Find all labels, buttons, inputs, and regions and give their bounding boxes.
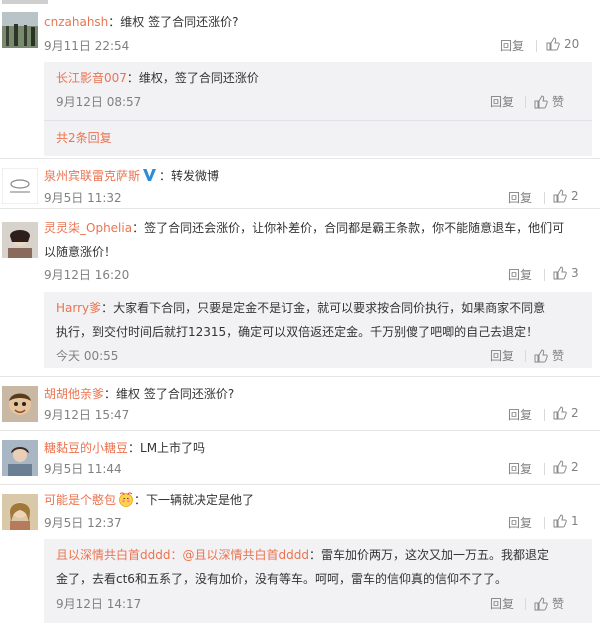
like-button[interactable]: 3 bbox=[553, 266, 579, 280]
timestamp: 9月5日 11:44 bbox=[44, 462, 122, 476]
verified-badge-icon bbox=[143, 169, 157, 181]
comment-item: 糖黏豆的小糖豆：LM上市了吗 9月5日 11:44 回复 2 bbox=[0, 430, 600, 484]
divider bbox=[525, 96, 526, 108]
thumbs-up-icon bbox=[553, 266, 567, 280]
timestamp: 9月5日 12:37 bbox=[44, 516, 122, 530]
comment-item: 泉州宾联雷克萨斯 ：转发微博 9月5日 11:32 回复 2 bbox=[0, 158, 600, 208]
comment-item: 可能是个憨包 ：下一辆就决定是他了 9月5日 12:37 回复 1 且以深情共白首… bbox=[0, 484, 600, 623]
comment-text: 糖黏豆的小糖豆：LM上市了吗 bbox=[44, 441, 206, 455]
like-button[interactable]: 2 bbox=[553, 189, 579, 203]
reply-text: 长江影音007：维权，签了合同还涨价 bbox=[56, 71, 259, 85]
timestamp: 9月12日 16:20 bbox=[44, 268, 130, 282]
like-button[interactable]: 赞 bbox=[534, 347, 564, 364]
reply-button[interactable]: 回复 bbox=[490, 348, 514, 364]
reply-text: Harry爹：大家看下合同，只要是定金不是订金，就可以要求按合同价执行，如果商家… bbox=[56, 301, 546, 339]
reply-text: 且以深情共白首dddd：@且以深情共白首dddd：雷车加价两万，这次又加一万五。… bbox=[56, 548, 549, 586]
thumbs-up-icon bbox=[546, 37, 560, 51]
username[interactable]: 灵灵柒_Ophelia bbox=[44, 221, 132, 235]
like-count: 2 bbox=[571, 460, 579, 474]
username[interactable]: 糖黏豆的小糖豆 bbox=[44, 441, 128, 455]
thumbs-up-icon bbox=[534, 348, 548, 362]
reply-box: 长江影音007：维权，签了合同还涨价 9月12日 08:57 回复 赞 共2条回… bbox=[44, 62, 592, 156]
timestamp: 9月12日 08:57 bbox=[56, 95, 142, 109]
thumbs-up-icon bbox=[553, 189, 567, 203]
comment-text: 泉州宾联雷克萨斯 ：转发微博 bbox=[44, 169, 220, 183]
more-replies-link[interactable]: 共2条回复 bbox=[56, 128, 112, 148]
reply-button[interactable]: 回复 bbox=[490, 596, 514, 612]
reply-button[interactable]: 回复 bbox=[508, 461, 532, 477]
comment-item: cnzahahsh：维权 签了合同还涨价? 9月11日 22:54 回复 20 … bbox=[0, 8, 600, 158]
username[interactable]: Harry爹 bbox=[56, 301, 101, 315]
thumbs-up-icon bbox=[553, 460, 567, 474]
comment-text: 胡胡他亲爹：维权 签了合同还涨价? bbox=[44, 387, 235, 401]
like-label: 赞 bbox=[552, 597, 565, 611]
divider bbox=[525, 350, 526, 362]
reply-button[interactable]: 回复 bbox=[508, 407, 532, 423]
avatar[interactable] bbox=[2, 494, 38, 530]
timestamp: 9月12日 15:47 bbox=[44, 408, 130, 422]
comment-text: cnzahahsh：维权 签了合同还涨价? bbox=[44, 15, 239, 29]
like-label: 赞 bbox=[552, 349, 565, 363]
reply-box: 且以深情共白首dddd：@且以深情共白首dddd：雷车加价两万，这次又加一万五。… bbox=[44, 539, 592, 623]
divider bbox=[544, 269, 545, 281]
like-count: 20 bbox=[564, 37, 580, 51]
like-button[interactable]: 20 bbox=[546, 37, 579, 51]
thumbs-up-icon bbox=[553, 406, 567, 420]
reply-button[interactable]: 回复 bbox=[500, 38, 524, 54]
timestamp: 今天 00:55 bbox=[56, 349, 119, 363]
timestamp: 9月11日 22:54 bbox=[44, 39, 130, 53]
divider bbox=[544, 409, 545, 421]
timestamp: 9月12日 14:17 bbox=[56, 597, 142, 611]
reply-button[interactable]: 回复 bbox=[508, 190, 532, 206]
avatar[interactable] bbox=[2, 12, 38, 48]
thumbs-up-icon bbox=[534, 596, 548, 610]
avatar[interactable] bbox=[2, 440, 38, 476]
username[interactable]: 长江影音007 bbox=[56, 71, 127, 85]
shy-face-icon bbox=[119, 492, 133, 507]
previous-comment-cutoff bbox=[0, 0, 600, 8]
comment-text: 灵灵柒_Ophelia：签了合同还会涨价，让你补差价，合同都是霸王条款，你不能随… bbox=[44, 221, 565, 259]
like-button[interactable]: 赞 bbox=[534, 93, 564, 110]
avatar[interactable] bbox=[2, 168, 38, 204]
like-button[interactable]: 1 bbox=[553, 514, 579, 528]
divider bbox=[525, 598, 526, 610]
username[interactable]: 胡胡他亲爹 bbox=[44, 387, 104, 401]
mention-link[interactable]: ：@且以深情共白首dddd bbox=[170, 548, 308, 562]
like-button[interactable]: 赞 bbox=[534, 595, 564, 612]
timestamp: 9月5日 11:32 bbox=[44, 191, 122, 205]
like-button[interactable]: 2 bbox=[553, 406, 579, 420]
like-button[interactable]: 2 bbox=[553, 460, 579, 474]
username[interactable]: 可能是个憨包 bbox=[44, 493, 116, 507]
reply-button[interactable]: 回复 bbox=[490, 94, 514, 110]
avatar[interactable] bbox=[2, 222, 38, 258]
like-count: 2 bbox=[571, 189, 579, 203]
reply-button[interactable]: 回复 bbox=[508, 267, 532, 283]
reply-button[interactable]: 回复 bbox=[508, 515, 532, 531]
divider bbox=[544, 463, 545, 475]
username[interactable]: 泉州宾联雷克萨斯 bbox=[44, 169, 140, 183]
thumbs-up-icon bbox=[553, 514, 567, 528]
divider bbox=[544, 517, 545, 529]
comment-item: 胡胡他亲爹：维权 签了合同还涨价? 9月12日 15:47 回复 2 bbox=[0, 376, 600, 430]
like-count: 3 bbox=[571, 266, 579, 280]
thumbs-up-icon bbox=[534, 94, 548, 108]
divider bbox=[44, 120, 592, 121]
username[interactable]: 且以深情共白首dddd bbox=[56, 548, 170, 562]
divider bbox=[536, 40, 537, 52]
like-label: 赞 bbox=[552, 95, 565, 109]
username[interactable]: cnzahahsh bbox=[44, 15, 108, 29]
like-count: 2 bbox=[571, 406, 579, 420]
comment-text: 可能是个憨包 ：下一辆就决定是他了 bbox=[44, 492, 255, 507]
comment-item: 灵灵柒_Ophelia：签了合同还会涨价，让你补差价，合同都是霸王条款，你不能随… bbox=[0, 208, 600, 376]
reply-box: Harry爹：大家看下合同，只要是定金不是订金，就可以要求按合同价执行，如果商家… bbox=[44, 292, 592, 368]
like-count: 1 bbox=[571, 514, 579, 528]
divider bbox=[544, 192, 545, 204]
avatar[interactable] bbox=[2, 386, 38, 422]
